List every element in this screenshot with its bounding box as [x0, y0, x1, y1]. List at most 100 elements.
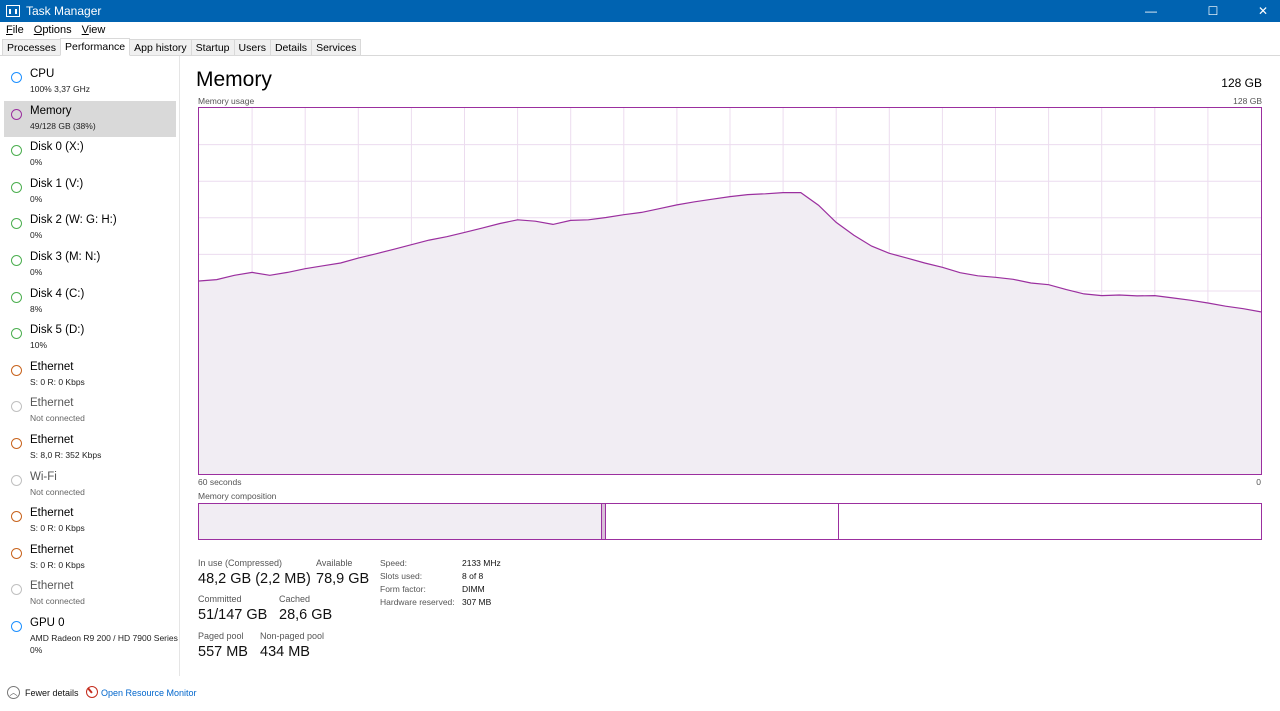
composition-segment-in-use[interactable] [199, 504, 602, 539]
hardware-reserved-value: 307 MB [462, 597, 492, 607]
sidebar-item-detail: Not connected [30, 596, 85, 607]
menu-bar: File Options View [0, 22, 1280, 38]
sidebar-item-label: GPU 0 [30, 617, 65, 629]
sidebar-item-detail: S: 0 R: 0 Kbps [30, 376, 85, 387]
menu-options[interactable]: Options [28, 24, 76, 36]
minimize-button[interactable]: — [1134, 0, 1168, 22]
sidebar-item-disk-2-w-g-h[interactable]: Disk 2 (W: G: H:) 0% [4, 210, 176, 246]
tab-strip: Processes Performance App history Startu… [0, 38, 1280, 56]
status-dot-icon [11, 547, 22, 559]
status-dot-icon [11, 584, 22, 596]
sidebar-item-ethernet[interactable]: Ethernet Not connected [4, 393, 176, 429]
sidebar-item-detail: 0% [30, 193, 43, 204]
sidebar-item-label: Ethernet [30, 434, 74, 446]
paged-pool-label: Paged pool [198, 631, 244, 641]
chevron-up-icon[interactable]: ︿ [7, 686, 20, 699]
open-resource-monitor-link[interactable]: Open Resource Monitor [101, 688, 197, 698]
sidebar-item-ethernet[interactable]: Ethernet S: 8,0 R: 352 Kbps [4, 430, 176, 466]
sidebar-item-disk-1-v[interactable]: Disk 1 (V:) 0% [4, 174, 176, 210]
sidebar-item-label: Ethernet [30, 507, 74, 520]
sidebar-item-ethernet[interactable]: Ethernet Not connected [4, 576, 176, 612]
sidebar-item-memory[interactable]: Memory 49/128 GB (38%) [4, 100, 176, 137]
status-dot-icon [11, 218, 22, 230]
memory-composition-label: Memory composition [198, 491, 277, 501]
nonpaged-pool-value: 434 MB [260, 644, 310, 660]
in-use-value: 48,2 GB (2,2 MB) [198, 571, 311, 587]
sidebar-item-ethernet[interactable]: Ethernet S: 0 R: 0 Kbps [4, 503, 176, 539]
menu-view[interactable]: View [76, 24, 110, 36]
sidebar-item-label: Disk 4 (C:) [30, 287, 85, 300]
slots-used-label: Slots used: [380, 571, 423, 581]
sidebar-item-detail: S: 8,0 R: 352 Kbps [30, 450, 102, 460]
sidebar-item-label: Memory [30, 104, 72, 117]
tab-app-history[interactable]: App history [129, 39, 192, 55]
sidebar-item-cpu[interactable]: CPU 100% 3,37 GHz [4, 64, 176, 100]
speed-label: Speed: [380, 558, 407, 568]
status-dot-icon [11, 291, 22, 303]
close-button[interactable]: ✕ [1246, 0, 1280, 22]
tab-services[interactable]: Services [311, 39, 362, 55]
sidebar-item-label: Ethernet [30, 397, 74, 410]
tab-startup[interactable]: Startup [190, 39, 235, 55]
sidebar-item-label: Disk 3 (M: N:) [30, 251, 101, 263]
tab-performance[interactable]: Performance [60, 38, 131, 56]
sidebar-item-disk-0-x[interactable]: Disk 0 (X:) 0% [4, 137, 176, 173]
sidebar-item-label: Ethernet [30, 543, 74, 556]
cached-value: 28,6 GB [279, 607, 333, 623]
task-manager-icon [6, 5, 20, 17]
sidebar-item-disk-4-c[interactable]: Disk 4 (C:) 8% [4, 284, 176, 320]
sidebar-item-detail: 100% 3,37 GHz [30, 84, 91, 94]
in-use-label: In use (Compressed) [198, 558, 283, 568]
fewer-details-link[interactable]: Fewer details [25, 688, 79, 698]
sidebar-item-wi-fi[interactable]: Wi-Fi Not connected [4, 467, 176, 503]
window-title: Task Manager [26, 4, 102, 18]
sidebar-item-detail: 0% [30, 157, 43, 168]
status-dot-icon [11, 364, 22, 376]
composition-segment-free[interactable] [838, 504, 1261, 539]
status-dot-icon [11, 181, 22, 193]
slots-used-value: 8 of 8 [462, 571, 484, 581]
sidebar-item-label: Wi-Fi [30, 470, 57, 483]
sidebar-item-disk-5-d[interactable]: Disk 5 (D:) 10% [4, 320, 176, 356]
footer: ︿ Fewer details Open Resource Monitor [0, 682, 1280, 704]
sidebar-item-label: Disk 2 (W: G: H:) [30, 214, 117, 227]
sidebar-item-detail: S: 0 R: 0 Kbps [30, 523, 85, 534]
paged-pool-value: 557 MB [198, 644, 248, 660]
form-factor-label: Form factor: [380, 584, 426, 594]
sidebar-item-ethernet[interactable]: Ethernet S: 0 R: 0 Kbps [4, 357, 176, 393]
sidebar-item-disk-3-m-n[interactable]: Disk 3 (M: N:) 0% [4, 247, 176, 283]
tab-users[interactable]: Users [233, 39, 271, 55]
memory-usage-graph [198, 107, 1262, 475]
memory-composition-bar [198, 503, 1262, 540]
time-axis-end: 0 [1256, 477, 1261, 487]
tab-processes[interactable]: Processes [2, 39, 62, 55]
sidebar-item-detail: S: 0 R: 0 Kbps [30, 559, 85, 570]
sidebar-item-detail: 49/128 GB (38%) [30, 120, 96, 131]
tab-details[interactable]: Details [269, 39, 313, 55]
memory-total: 128 GB [1221, 76, 1262, 90]
sidebar-item-detail: 8% [30, 303, 43, 314]
sidebar-item-detail: 10% [30, 340, 48, 351]
status-dot-icon [11, 145, 22, 157]
committed-label: Committed [198, 594, 242, 604]
status-dot-icon [11, 621, 22, 632]
sidebar-item-label: CPU [30, 68, 55, 80]
time-axis-start: 60 seconds [198, 477, 242, 487]
maximize-button[interactable]: ☐ [1196, 0, 1230, 22]
composition-segment-standby[interactable] [604, 504, 839, 539]
sidebar-item-label: Disk 5 (D:) [30, 324, 85, 337]
form-factor-value: DIMM [462, 584, 485, 594]
status-dot-icon [11, 255, 22, 266]
cached-label: Cached [279, 594, 311, 604]
performance-sidebar: CPU 100% 3,37 GHz Memory 49/128 GB (38%) Dis… [0, 56, 180, 676]
sidebar-item-label: Ethernet [30, 580, 74, 593]
nonpaged-pool-label: Non-paged pool [260, 631, 325, 641]
sidebar-item-ethernet[interactable]: Ethernet S: 0 R: 0 Kbps [4, 540, 176, 576]
memory-usage-max: 128 GB [1233, 96, 1262, 106]
sidebar-item-label: Disk 0 (X:) [30, 141, 84, 154]
status-dot-icon [11, 511, 22, 523]
sidebar-item-gpu-0[interactable]: GPU 0 AMD Radeon R9 200 / HD 7900 Series 0… [4, 613, 178, 659]
resource-monitor-icon [86, 686, 98, 698]
menu-file[interactable]: File [0, 24, 28, 36]
sidebar-item-detail: AMD Radeon R9 200 / HD 7900 Series [30, 633, 178, 643]
